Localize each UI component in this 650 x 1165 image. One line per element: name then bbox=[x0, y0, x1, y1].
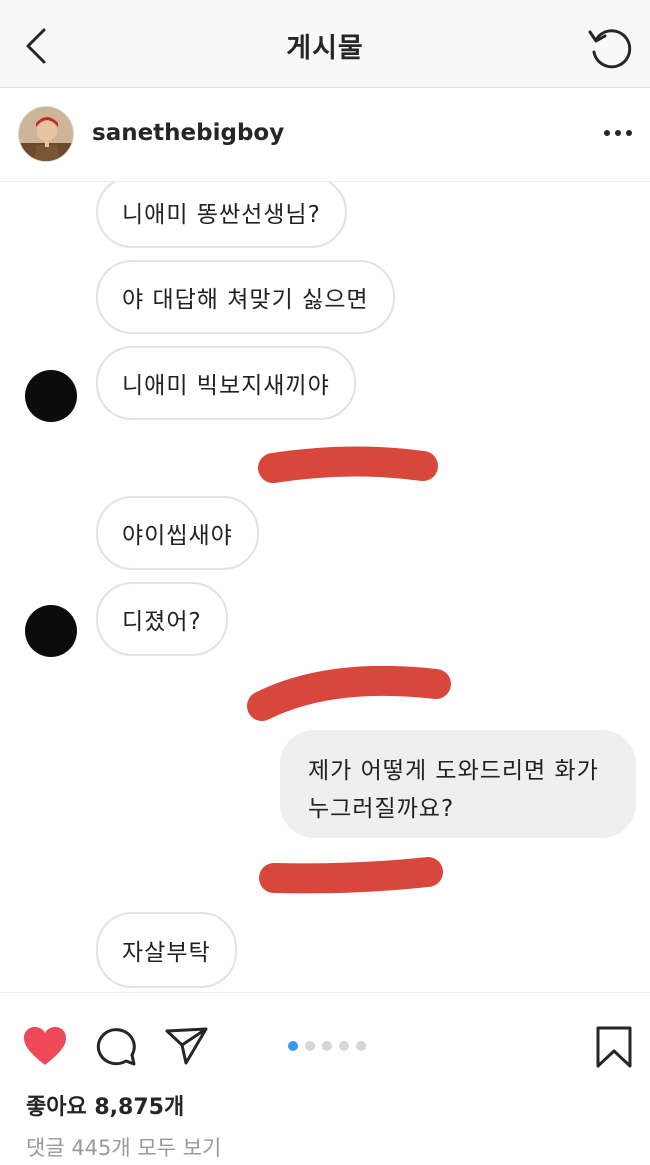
chat-bubble-incoming: 니애미 빅보지새끼야 bbox=[96, 346, 356, 420]
carousel-dot bbox=[339, 1041, 349, 1051]
carousel-dot bbox=[322, 1041, 332, 1051]
send-icon[interactable] bbox=[164, 1025, 210, 1071]
chat-bubble-incoming: 자살부탁 bbox=[96, 912, 237, 988]
view-comments-link[interactable]: 댓글 445개 모두 보기 bbox=[26, 1132, 221, 1162]
redaction-mark bbox=[259, 857, 443, 894]
post-image[interactable]: 니애미 똥싼선생님? 야 대답해 쳐맞기 싫으면 니애미 빅보지새끼야 야이씹새… bbox=[0, 182, 650, 992]
page-title: 게시물 bbox=[286, 33, 364, 64]
chat-message-text: 니애미 똥싼선생님? bbox=[122, 202, 321, 228]
chat-message-text: 제가 어떻게 도와드리면 화가 bbox=[308, 758, 599, 784]
post-username[interactable]: sanethebigboy bbox=[92, 120, 284, 146]
carousel-dot bbox=[305, 1041, 315, 1051]
redaction-mark bbox=[258, 446, 438, 483]
sender-avatar bbox=[25, 370, 77, 422]
chat-message-text: 야 대답해 쳐맞기 싫으면 bbox=[122, 287, 369, 313]
chat-message-text: 야이씹새야 bbox=[122, 523, 233, 549]
chat-message-text: 니애미 빅보지새끼야 bbox=[122, 373, 330, 399]
likes-count[interactable]: 좋아요 8,875개 bbox=[26, 1089, 184, 1121]
chat-message-text: 디졌어? bbox=[122, 609, 202, 635]
carousel-dot-active bbox=[288, 1041, 298, 1051]
carousel-indicator bbox=[288, 1041, 366, 1053]
top-navbar: 게시물 bbox=[0, 0, 650, 88]
sender-avatar bbox=[25, 605, 77, 657]
chat-message-text: 자살부탁 bbox=[122, 940, 211, 966]
comment-icon[interactable] bbox=[94, 1025, 140, 1071]
chat-bubble-incoming: 야 대답해 쳐맞기 싫으면 bbox=[96, 260, 395, 334]
heart-filled-icon[interactable] bbox=[22, 1025, 68, 1071]
carousel-dot bbox=[356, 1041, 366, 1051]
redaction-mark bbox=[247, 666, 451, 721]
avatar[interactable] bbox=[18, 106, 74, 162]
post-actions: 좋아요 8,875개 댓글 445개 모두 보기 bbox=[0, 992, 650, 1165]
refresh-icon[interactable] bbox=[586, 24, 634, 70]
post-header: sanethebigboy bbox=[0, 88, 650, 182]
more-horizontal-icon[interactable] bbox=[600, 118, 636, 148]
chat-bubble-incoming: 디졌어? bbox=[96, 582, 228, 656]
chat-message-text: 누그러질까요? bbox=[308, 796, 455, 822]
chat-bubble-outgoing: 제가 어떻게 도와드리면 화가 누그러질까요? bbox=[280, 730, 636, 838]
bookmark-icon[interactable] bbox=[594, 1025, 634, 1073]
chat-bubble-incoming: 니애미 똥싼선생님? bbox=[96, 182, 347, 248]
chat-bubble-incoming: 야이씹새야 bbox=[96, 496, 259, 570]
